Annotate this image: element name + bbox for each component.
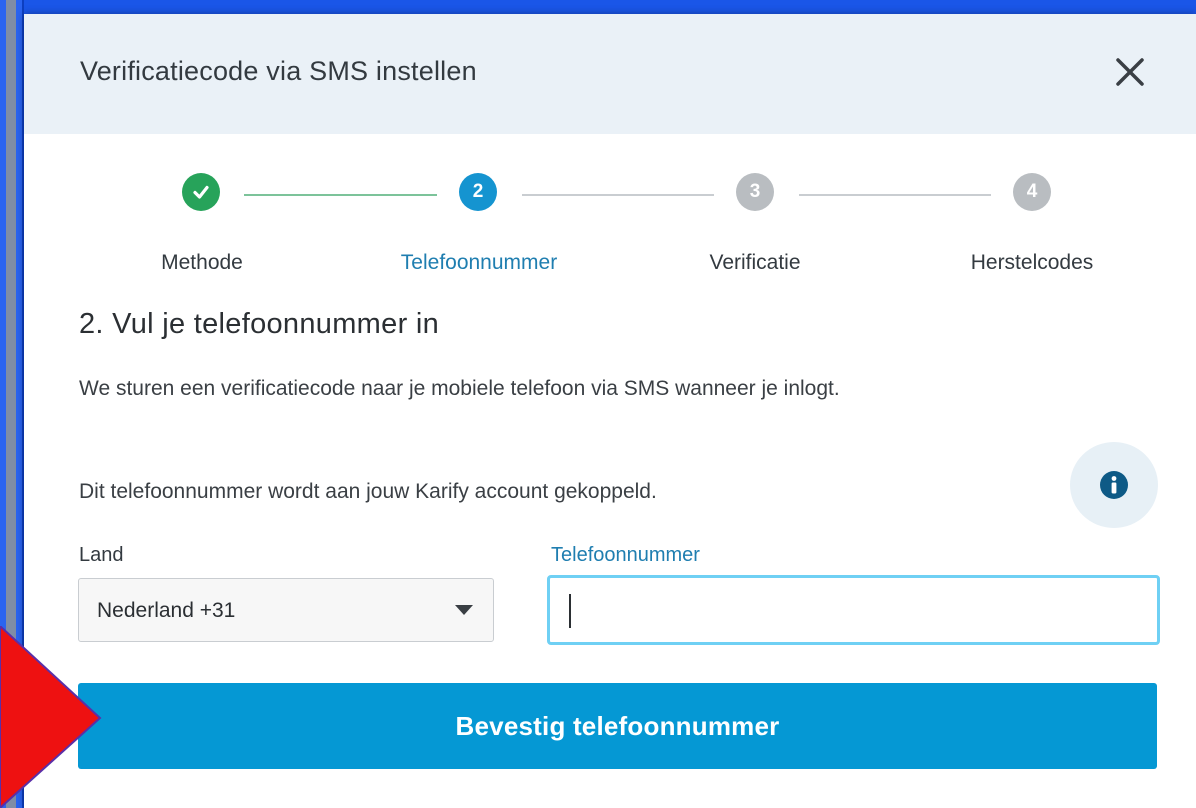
sms-setup-dialog: Verificatiecode via SMS instellen 2 3 4 …	[24, 14, 1196, 808]
step-label-recovery-codes: Herstelcodes	[970, 251, 1094, 274]
country-select-value: Nederland +31	[97, 599, 236, 622]
chevron-down-icon	[455, 605, 473, 615]
step-label-phone: Telefoonnummer	[400, 251, 558, 274]
step-3-circle: 3	[736, 173, 774, 211]
step-2-circle: 2	[459, 173, 497, 211]
check-icon	[193, 185, 209, 199]
step-connector-3	[799, 194, 991, 196]
dialog-title: Verificatiecode via SMS instellen	[80, 56, 477, 86]
close-button[interactable]	[1110, 52, 1150, 92]
confirm-phone-button[interactable]: Bevestig telefoonnummer	[78, 683, 1157, 769]
country-label: Land	[79, 544, 124, 566]
info-icon	[1100, 471, 1128, 499]
step-1-circle	[182, 173, 220, 211]
close-icon	[1116, 58, 1144, 86]
step-label-verification: Verificatie	[709, 251, 801, 274]
account-link-note: Dit telefoonnummer wordt aan jouw Karify…	[79, 480, 657, 503]
info-button[interactable]	[1070, 442, 1158, 528]
red-arrow-icon	[0, 626, 102, 808]
step-connector-2	[522, 194, 714, 196]
dialog-header: Verificatiecode via SMS instellen	[24, 14, 1196, 134]
text-cursor	[569, 594, 571, 628]
section-heading: 2. Vul je telefoonnummer in	[79, 308, 440, 340]
phone-label: Telefoonnummer	[551, 544, 700, 566]
step-label-method: Methode	[161, 251, 243, 274]
step-4-circle: 4	[1013, 173, 1051, 211]
sms-description: We sturen een verificatiecode naar je mo…	[79, 377, 840, 400]
phone-number-input[interactable]	[547, 575, 1160, 645]
country-select[interactable]: Nederland +31	[78, 578, 494, 642]
step-connector-1	[244, 194, 437, 196]
